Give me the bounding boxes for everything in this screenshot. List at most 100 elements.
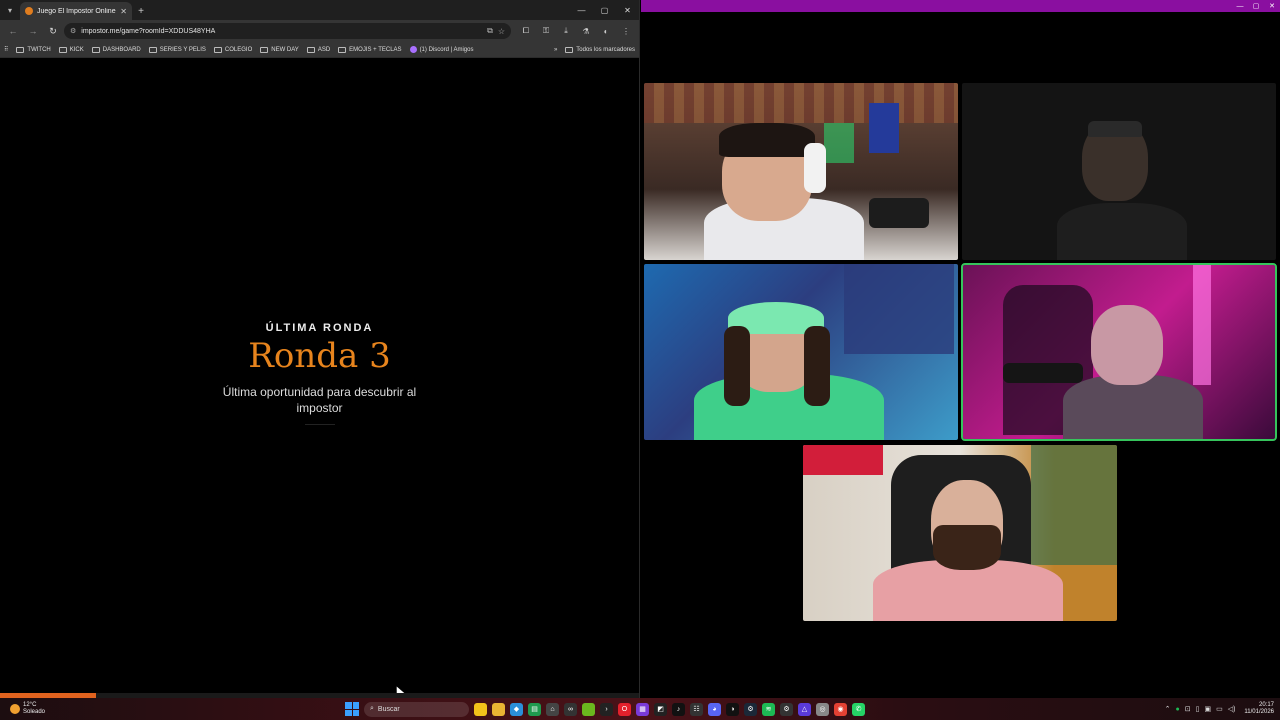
tab-title: Juego El Impostor Online - Jug [37, 7, 116, 15]
bookmark-label: DASHBOARD [102, 46, 141, 53]
tiktok-icon[interactable]: ♪ [672, 702, 685, 716]
close-window-icon[interactable]: ✕ [616, 0, 639, 20]
weather-widget[interactable]: 12°C Soleado [0, 702, 200, 716]
windows-start-icon[interactable] [345, 702, 359, 716]
back-button[interactable]: ← [4, 22, 22, 40]
battery-icon[interactable]: ▯ [1196, 705, 1200, 713]
nvidia-icon[interactable] [582, 702, 595, 716]
bookmark-kick[interactable]: KICK [58, 46, 84, 53]
chrome-icon[interactable]: ◉ [834, 702, 847, 716]
round-subtitle: Última oportunidad para descubrir al imp… [222, 385, 417, 415]
download-icon[interactable]: ⤓ [557, 22, 575, 40]
bookmark-label: SERIES Y PELIS [159, 46, 206, 53]
close-window-icon[interactable]: ✕ [1264, 0, 1280, 12]
bookmark-new-day[interactable]: NEW DAY [260, 46, 299, 53]
store-icon[interactable]: ⌂ [546, 702, 559, 716]
lab-icon[interactable]: ⚗ [577, 22, 595, 40]
folder-icon [16, 46, 25, 53]
bookmark-star-icon[interactable]: ☆ [498, 27, 505, 36]
taskbar-center: ⌕ Buscar ◆ ▤ ⌂ ∞ › O ▦ ◩ ♪ ☷ ◕ ◑ ⚙ ≋ ⚙ △… [345, 698, 865, 720]
app-icon[interactable]: ▦ [636, 702, 649, 716]
maximize-icon[interactable]: ▢ [593, 0, 616, 20]
app-icon[interactable]: ∞ [564, 702, 577, 716]
video-tile[interactable] [803, 445, 1117, 621]
call-titlebar: — ▢ ✕ [641, 0, 1280, 12]
app-icon[interactable]: ⚙ [780, 702, 793, 716]
sticky-notes-icon[interactable] [474, 702, 487, 716]
passwords-icon[interactable]: ⚿ [537, 22, 555, 40]
minimize-icon[interactable]: — [570, 0, 593, 20]
menu-icon[interactable]: ⋮ [617, 22, 635, 40]
discord-icon [409, 46, 417, 53]
file-explorer-icon[interactable] [492, 702, 505, 716]
opera-icon[interactable]: O [618, 702, 631, 716]
folder-icon [306, 46, 315, 53]
all-bookmarks[interactable]: Todos los marcadores [565, 46, 635, 53]
bookmark-label: ASD [317, 46, 331, 53]
app-icon[interactable]: ☷ [690, 702, 703, 716]
folder-icon [565, 46, 574, 53]
minimize-icon[interactable]: — [1232, 0, 1248, 12]
bookmark-label: KICK [69, 46, 84, 53]
round-eyebrow: ÚLTIMA RONDA [265, 322, 374, 334]
weather-condition: Soleado [23, 709, 46, 715]
bookmark-series[interactable]: SERIES Y PELIS [148, 46, 206, 53]
bookmark-discord[interactable]: (1) Discord | Amigos [409, 46, 474, 53]
system-tray: ⌃ ● ⊡ ▯ ▣ ▭ ◁) 20:17 11/01/2026 [1165, 698, 1274, 720]
chevron-up-icon[interactable]: ⌃ [1165, 705, 1171, 713]
extensions-icon[interactable]: ⧠ [517, 22, 535, 40]
bookmark-emojis[interactable]: EMOJIS + TECLAS [338, 46, 402, 53]
new-tab-button[interactable]: + [132, 2, 150, 20]
app-tray-icon[interactable]: ⊡ [1185, 705, 1191, 713]
close-tab-icon[interactable]: ✕ [120, 7, 127, 16]
whatsapp-icon[interactable]: ✆ [852, 702, 865, 716]
browser-window: ▾ Juego El Impostor Online - Jug ✕ + — ▢… [0, 0, 640, 699]
app-icon[interactable]: ◆ [510, 702, 523, 716]
app-icon[interactable]: △ [798, 702, 811, 716]
app-tray-icon[interactable]: ▣ [1204, 705, 1211, 713]
app-tray-icon[interactable]: ● [1175, 706, 1179, 713]
bookmark-twitch[interactable]: TWITCH [16, 46, 51, 53]
site-info-icon[interactable]: ⚙ [70, 27, 76, 35]
tab-search-icon[interactable]: ▾ [0, 0, 20, 20]
steam-icon[interactable]: ⚙ [744, 702, 757, 716]
search-icon: ⌕ [370, 705, 374, 712]
reload-button[interactable]: ↻ [44, 22, 62, 40]
app-icon[interactable]: ◑ [726, 702, 739, 716]
apps-icon[interactable]: ⠿ [4, 46, 8, 53]
video-tile-active[interactable] [961, 263, 1277, 441]
network-icon[interactable]: ▭ [1216, 705, 1223, 713]
install-app-icon[interactable]: ⧉ [487, 26, 493, 36]
video-tile[interactable] [962, 83, 1276, 260]
more-bookmarks-icon[interactable]: » [554, 47, 557, 53]
forward-button[interactable]: → [24, 22, 42, 40]
folder-icon [91, 46, 100, 53]
divider [304, 424, 335, 425]
bookmark-label: Todos los marcadores [576, 46, 635, 53]
address-bar[interactable]: ⚙ impostor.me/game?roomId=XDDUS48YHA ⧉ ☆ [64, 23, 511, 39]
app-icon[interactable]: ▤ [528, 702, 541, 716]
spotify-icon[interactable]: ≋ [762, 702, 775, 716]
tab-active[interactable]: Juego El Impostor Online - Jug ✕ [20, 2, 132, 20]
bookmark-colegio[interactable]: COLEGIO [213, 46, 252, 53]
terminal-icon[interactable]: › [600, 702, 613, 716]
app-icon[interactable]: ◎ [816, 702, 829, 716]
video-tile[interactable] [644, 264, 958, 440]
volume-icon[interactable]: ◁) [1228, 705, 1236, 713]
discord-icon[interactable]: ◕ [708, 702, 721, 716]
bookmark-dashboard[interactable]: DASHBOARD [91, 46, 141, 53]
clock[interactable]: 20:17 11/01/2026 [1244, 702, 1274, 716]
app-icon[interactable]: ◩ [654, 702, 667, 716]
maximize-icon[interactable]: ▢ [1248, 0, 1264, 12]
window-controls: — ▢ ✕ [570, 0, 639, 20]
temperature: 12°C [23, 702, 37, 708]
taskbar-search[interactable]: ⌕ Buscar [364, 701, 469, 717]
bookmark-label: (1) Discord | Amigos [419, 46, 474, 53]
time: 20:17 [1258, 702, 1274, 708]
round-announcement: ÚLTIMA RONDA Ronda 3 Última oportunidad … [0, 322, 639, 425]
video-tile[interactable] [644, 83, 958, 260]
folder-icon [338, 46, 347, 53]
profile-icon[interactable]: ◐ [597, 22, 615, 40]
folder-icon [58, 46, 67, 53]
bookmark-asd[interactable]: ASD [306, 46, 331, 53]
